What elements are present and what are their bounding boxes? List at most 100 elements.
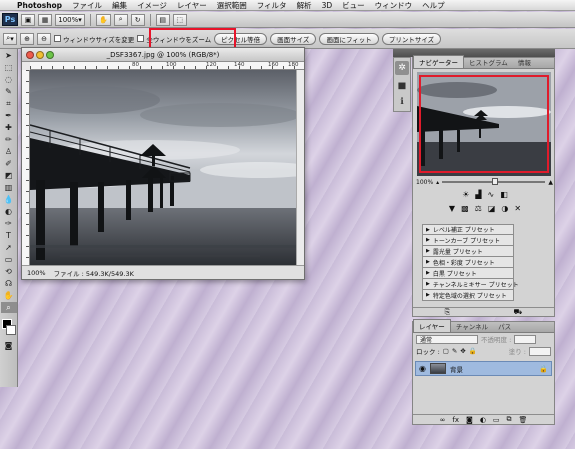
lock-pixels-icon[interactable]: ✎ — [452, 347, 457, 355]
zoom-slider[interactable] — [442, 178, 546, 185]
3d-orbit-tool[interactable]: ☊ — [1, 278, 17, 289]
navigator-zoom-value[interactable]: 100% — [416, 179, 433, 186]
zoom-slider-handle[interactable] — [491, 178, 498, 185]
clip-to-layer-icon[interactable]: ⎘ — [445, 308, 451, 316]
preset-exposure[interactable]: ▶ 露光量 プリセット — [422, 246, 514, 257]
zoom-window-icon[interactable] — [46, 51, 54, 59]
rotate-view-button[interactable]: ↻ — [130, 13, 145, 26]
hand-tool-button[interactable]: ✋ — [96, 13, 111, 26]
adjustment-layer-icon[interactable]: ◐ — [480, 416, 486, 424]
tab-paths[interactable]: パス — [493, 320, 516, 332]
channel-mixer-icon[interactable]: ✕ — [514, 204, 521, 213]
navigator-panel-button[interactable]: ✲ — [395, 61, 409, 75]
preset-hue-saturation[interactable]: ▶ 色相・彩度 プリセット — [422, 257, 514, 268]
zoom-in-button[interactable]: ⊕ — [20, 32, 34, 45]
quick-mask-button[interactable]: ◙ — [1, 340, 17, 351]
zoom-tool-button[interactable]: ⌕ — [113, 13, 128, 26]
history-brush-tool[interactable]: ✐ — [1, 158, 17, 169]
preset-selective-color[interactable]: ▶ 特定色域の選択 プリセット — [422, 290, 514, 301]
new-layer-icon[interactable]: ⧉ — [507, 415, 512, 424]
lasso-tool[interactable]: ◌ — [1, 74, 17, 85]
resize-windows-checkbox[interactable]: ウィンドウサイズを変更 — [54, 34, 134, 44]
preset-channel-mixer[interactable]: ▶ チャンネルミキサー プリセット — [422, 279, 519, 290]
hue-saturation-icon[interactable]: ▩ — [461, 204, 469, 213]
preset-levels[interactable]: ▶ レベル補正 プリセット — [422, 224, 514, 235]
fit-screen-button[interactable]: 画面サイズ — [270, 32, 317, 45]
navigator-thumbnail[interactable] — [417, 72, 551, 176]
black-white-icon[interactable]: ◪ — [488, 204, 496, 213]
menu-filter[interactable]: フィルタ — [252, 0, 292, 11]
pen-tool[interactable]: ✑ — [1, 218, 17, 229]
fill-field[interactable] — [529, 346, 551, 356]
exposure-icon[interactable]: ◧ — [500, 190, 508, 199]
checkbox-box[interactable] — [137, 35, 145, 42]
lock-position-icon[interactable]: ✥ — [460, 347, 465, 355]
marquee-tool[interactable]: ⬚ — [1, 62, 17, 73]
fill-screen-button[interactable]: 画面にフィット — [319, 32, 379, 45]
truck-icon[interactable]: ⛟ — [514, 308, 523, 316]
mask-icon[interactable]: ◙ — [466, 416, 473, 424]
vibrance-icon[interactable]: ▼ — [449, 204, 455, 213]
tab-info[interactable]: 情報 — [513, 56, 536, 68]
preset-black-white[interactable]: ▶ 白黒 プリセット — [422, 268, 514, 279]
menu-view[interactable]: ビュー — [337, 0, 370, 11]
blur-tool[interactable]: 💧 — [1, 194, 17, 205]
eyedropper-tool[interactable]: ✒ — [1, 110, 17, 121]
quick-select-tool[interactable]: ✎ — [1, 86, 17, 97]
hand-tool[interactable]: ✋ — [1, 290, 17, 301]
menu-edit[interactable]: 編集 — [107, 0, 132, 11]
document-title-bar[interactable]: _DSF3367.jpg @ 100% (RGB/8*) — [22, 48, 304, 62]
menu-3d[interactable]: 3D — [317, 1, 338, 10]
gradient-tool[interactable]: ▥ — [1, 182, 17, 193]
fx-icon[interactable]: fx — [452, 416, 459, 424]
tab-histogram[interactable]: ヒストグラム — [464, 56, 513, 68]
view-area-box[interactable] — [419, 75, 549, 173]
menu-window[interactable]: ウィンドウ — [370, 0, 418, 11]
zoom-out-button[interactable]: ⊖ — [37, 32, 51, 45]
menu-select[interactable]: 選択範囲 — [212, 0, 252, 11]
adjustments-panel-button[interactable]: ▅ — [395, 78, 409, 92]
crop-tool[interactable]: ⌗ — [1, 98, 17, 109]
group-folder-icon[interactable]: ▭ — [493, 416, 500, 424]
eraser-tool[interactable]: ◩ — [1, 170, 17, 181]
menu-image[interactable]: イメージ — [132, 0, 172, 11]
extras-button[interactable]: ▦ — [38, 13, 52, 26]
layer-row-background[interactable]: ◉ 背景 🔒 — [415, 361, 552, 376]
screen-mode-button[interactable]: ⬚ — [172, 13, 187, 26]
tab-navigator[interactable]: ナビゲーター — [413, 55, 464, 68]
brush-tool[interactable]: ✏ — [1, 134, 17, 145]
curves-icon[interactable]: ∿ — [488, 190, 495, 199]
menu-help[interactable]: ヘルプ — [417, 0, 450, 11]
background-color[interactable] — [6, 325, 16, 335]
blend-mode-select[interactable]: 通常 — [416, 334, 478, 344]
print-size-button[interactable]: プリントサイズ — [381, 32, 442, 45]
opacity-field[interactable] — [514, 334, 537, 344]
trash-icon[interactable]: 🗑 — [519, 416, 528, 424]
tab-channels[interactable]: チャンネル — [451, 320, 493, 332]
file-size-info[interactable]: ファイル : 549.3K/549.3K — [54, 268, 134, 278]
brightness-icon[interactable]: ☀ — [462, 190, 469, 199]
move-tool[interactable]: ➤ — [1, 50, 17, 61]
menu-analysis[interactable]: 解析 — [292, 0, 317, 11]
zoom-in-large-icon[interactable]: ▲ — [548, 179, 553, 186]
close-icon[interactable] — [26, 51, 34, 59]
document-zoom-value[interactable]: 100% — [27, 269, 46, 277]
menu-photoshop[interactable]: Photoshop — [12, 1, 67, 10]
clone-stamp-tool[interactable]: ♙ — [1, 146, 17, 157]
link-icon[interactable]: ∞ — [440, 416, 446, 424]
vertical-scrollbar[interactable] — [296, 70, 304, 265]
tab-layers[interactable]: レイヤー — [413, 319, 451, 332]
healing-brush-tool[interactable]: ✚ — [1, 122, 17, 133]
lock-all-icon[interactable]: 🔒 — [469, 347, 477, 355]
menu-layer[interactable]: レイヤー — [172, 0, 212, 11]
shape-tool[interactable]: ▭ — [1, 254, 17, 265]
checkbox-box[interactable] — [54, 35, 61, 42]
preset-curves[interactable]: ▶ トーンカーブ プリセット — [422, 235, 514, 246]
zoom-level-select[interactable]: 100% ▾ — [55, 13, 85, 26]
arrange-documents-button[interactable]: ▤ — [155, 13, 170, 26]
photo-filter-icon[interactable]: ◑ — [501, 204, 508, 213]
zoom-out-small-icon[interactable]: ▴ — [436, 179, 439, 186]
type-tool[interactable]: T — [1, 230, 17, 241]
3d-rotate-tool[interactable]: ⟲ — [1, 266, 17, 277]
zoom-tool[interactable]: ⌕ — [0, 302, 17, 313]
